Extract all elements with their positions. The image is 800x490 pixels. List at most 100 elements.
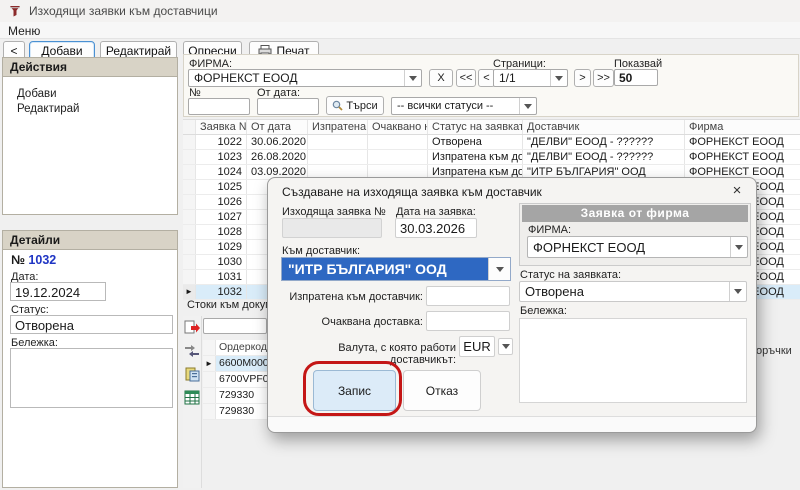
row-selector	[183, 255, 196, 269]
column-header[interactable]: Изпратена на	[308, 120, 368, 134]
details-panel-title: Детайли	[3, 231, 177, 250]
chevron-down-icon	[550, 70, 567, 86]
column-header[interactable]: Заявка №	[196, 120, 247, 134]
currency-select-value[interactable]: EUR	[459, 336, 495, 357]
supplier-select-value: "ИТР БЪЛГАРИЯ" ООД	[282, 258, 488, 280]
table-cell: Отворена	[428, 135, 523, 149]
row-selector	[203, 404, 216, 419]
table-cell: ФОРНЕКСТ ЕООД	[685, 150, 800, 164]
dialog-firm-label: ФИРМА:	[528, 224, 571, 236]
table-cell: 1028	[196, 225, 247, 239]
close-icon[interactable]: ×	[728, 182, 746, 199]
dialog-note-label: Бележка:	[520, 305, 567, 317]
details-number-sign: №	[11, 253, 25, 267]
column-header[interactable]: Доставчик	[523, 120, 685, 134]
show-count-input[interactable]: 50	[614, 69, 658, 86]
excel-icon[interactable]	[184, 390, 200, 405]
expected-delivery-input[interactable]	[426, 311, 510, 331]
export-icon[interactable]	[184, 320, 200, 336]
dialog-footer	[268, 416, 756, 432]
goods-search-input[interactable]	[203, 318, 267, 334]
status-filter-select[interactable]: -- всички статуси --	[391, 97, 537, 115]
row-selector	[183, 165, 196, 179]
number-input[interactable]	[188, 98, 250, 115]
table-cell: 1026	[196, 195, 247, 209]
table-cell: 1022	[196, 135, 247, 149]
last-page-button[interactable]: >>	[593, 69, 614, 87]
page-select[interactable]: 1/1	[493, 69, 568, 87]
search-button[interactable]: Търси	[326, 96, 384, 115]
details-date-input[interactable]: 19.12.2024	[10, 282, 106, 301]
page-select-value: 1/1	[494, 71, 550, 85]
details-status-input[interactable]: Отворена	[10, 315, 173, 334]
goods-toolbar	[183, 316, 202, 488]
row-selector	[203, 372, 216, 387]
row-selector: ►	[203, 356, 216, 371]
table-cell: "ДЕЛВИ" ЕООД - ??????	[523, 135, 685, 149]
dialog-note-textarea[interactable]	[519, 318, 747, 403]
table-cell: 1024	[196, 165, 247, 179]
paste-icon[interactable]	[184, 366, 200, 382]
table-cell	[308, 150, 368, 164]
clear-firm-button[interactable]: X	[429, 69, 453, 87]
next-page-button[interactable]: >	[574, 69, 591, 87]
transfer-icon[interactable]	[184, 344, 200, 358]
row-selector	[183, 240, 196, 254]
row-selector	[183, 225, 196, 239]
search-button-label: Търси	[346, 100, 377, 112]
create-request-dialog: Създаване на изходяща заявка към доставч…	[267, 177, 757, 433]
sent-to-supplier-input[interactable]	[426, 286, 510, 306]
table-cell: 1025	[196, 180, 247, 194]
orders-tab-fragment[interactable]: оръчки	[756, 345, 792, 357]
status-filter-value: -- всички статуси --	[392, 100, 519, 112]
row-selector	[183, 135, 196, 149]
chevron-down-icon	[729, 282, 746, 301]
dialog-status-select[interactable]: Отворена	[519, 281, 747, 302]
table-cell: 26.08.2020	[247, 150, 308, 164]
action-link-add[interactable]: Добави	[17, 88, 57, 100]
goods-header-selector	[203, 340, 216, 355]
header-selector	[183, 120, 196, 134]
outgoing-no-input	[282, 218, 382, 238]
table-cell: 1030	[196, 255, 247, 269]
chevron-down-icon	[730, 237, 747, 257]
save-button[interactable]: Запис	[313, 370, 396, 411]
to-supplier-label: Към доставчик:	[282, 245, 360, 257]
firm-select[interactable]: ФОРНЕКСТ ЕООД	[188, 69, 422, 87]
chevron-down-icon	[488, 258, 510, 280]
action-link-edit[interactable]: Редактирай	[17, 103, 79, 115]
details-note-textarea[interactable]	[10, 348, 173, 408]
column-header[interactable]: Статус на заявката	[428, 120, 523, 134]
table-cell: 1032	[196, 285, 247, 299]
actions-panel-title: Действия	[3, 58, 177, 77]
request-date-input[interactable]: 30.03.2026	[395, 218, 477, 238]
supplier-select[interactable]: "ИТР БЪЛГАРИЯ" ООД	[281, 257, 511, 281]
filter-panel: ФИРМА: ФОРНЕКСТ ЕООД X << < Страници: 1/…	[183, 54, 799, 117]
table-row[interactable]: 102230.06.2020Отворена"ДЕЛВИ" ЕООД - ???…	[183, 135, 800, 150]
column-header[interactable]: Очаквано на	[368, 120, 428, 134]
row-selector	[183, 210, 196, 224]
table-cell: 1029	[196, 240, 247, 254]
row-selector: ►	[183, 285, 196, 299]
dialog-status-value: Отворена	[520, 284, 729, 299]
sent-to-supplier-label: Изпратена към доставчик:	[288, 291, 423, 303]
row-selector	[203, 388, 216, 403]
chevron-down-icon[interactable]	[498, 338, 513, 355]
column-header[interactable]: От дата	[247, 120, 308, 134]
table-cell: 1031	[196, 270, 247, 284]
table-cell: Изпратена към доставчика	[428, 150, 523, 164]
menu-item-menu[interactable]: Меню	[8, 24, 40, 38]
first-page-button[interactable]: <<	[456, 69, 476, 87]
details-number: № 1032	[11, 253, 56, 267]
table-row[interactable]: 102326.08.2020Изпратена към доставчика"Д…	[183, 150, 800, 165]
table-cell: ФОРНЕКСТ ЕООД	[685, 135, 800, 149]
table-header-row: Заявка № От дата Изпратена на Очаквано н…	[183, 120, 800, 135]
cancel-button[interactable]: Отказ	[403, 370, 481, 411]
from-date-input[interactable]	[257, 98, 319, 115]
details-panel: Детайли № 1032 Дата: 19.12.2024 Статус: …	[2, 230, 178, 488]
row-selector	[183, 270, 196, 284]
dialog-firm-select[interactable]: ФОРНЕКСТ ЕООД	[527, 236, 748, 258]
table-cell: 1027	[196, 210, 247, 224]
chevron-down-icon	[519, 98, 536, 114]
column-header[interactable]: Фирма	[685, 120, 800, 134]
